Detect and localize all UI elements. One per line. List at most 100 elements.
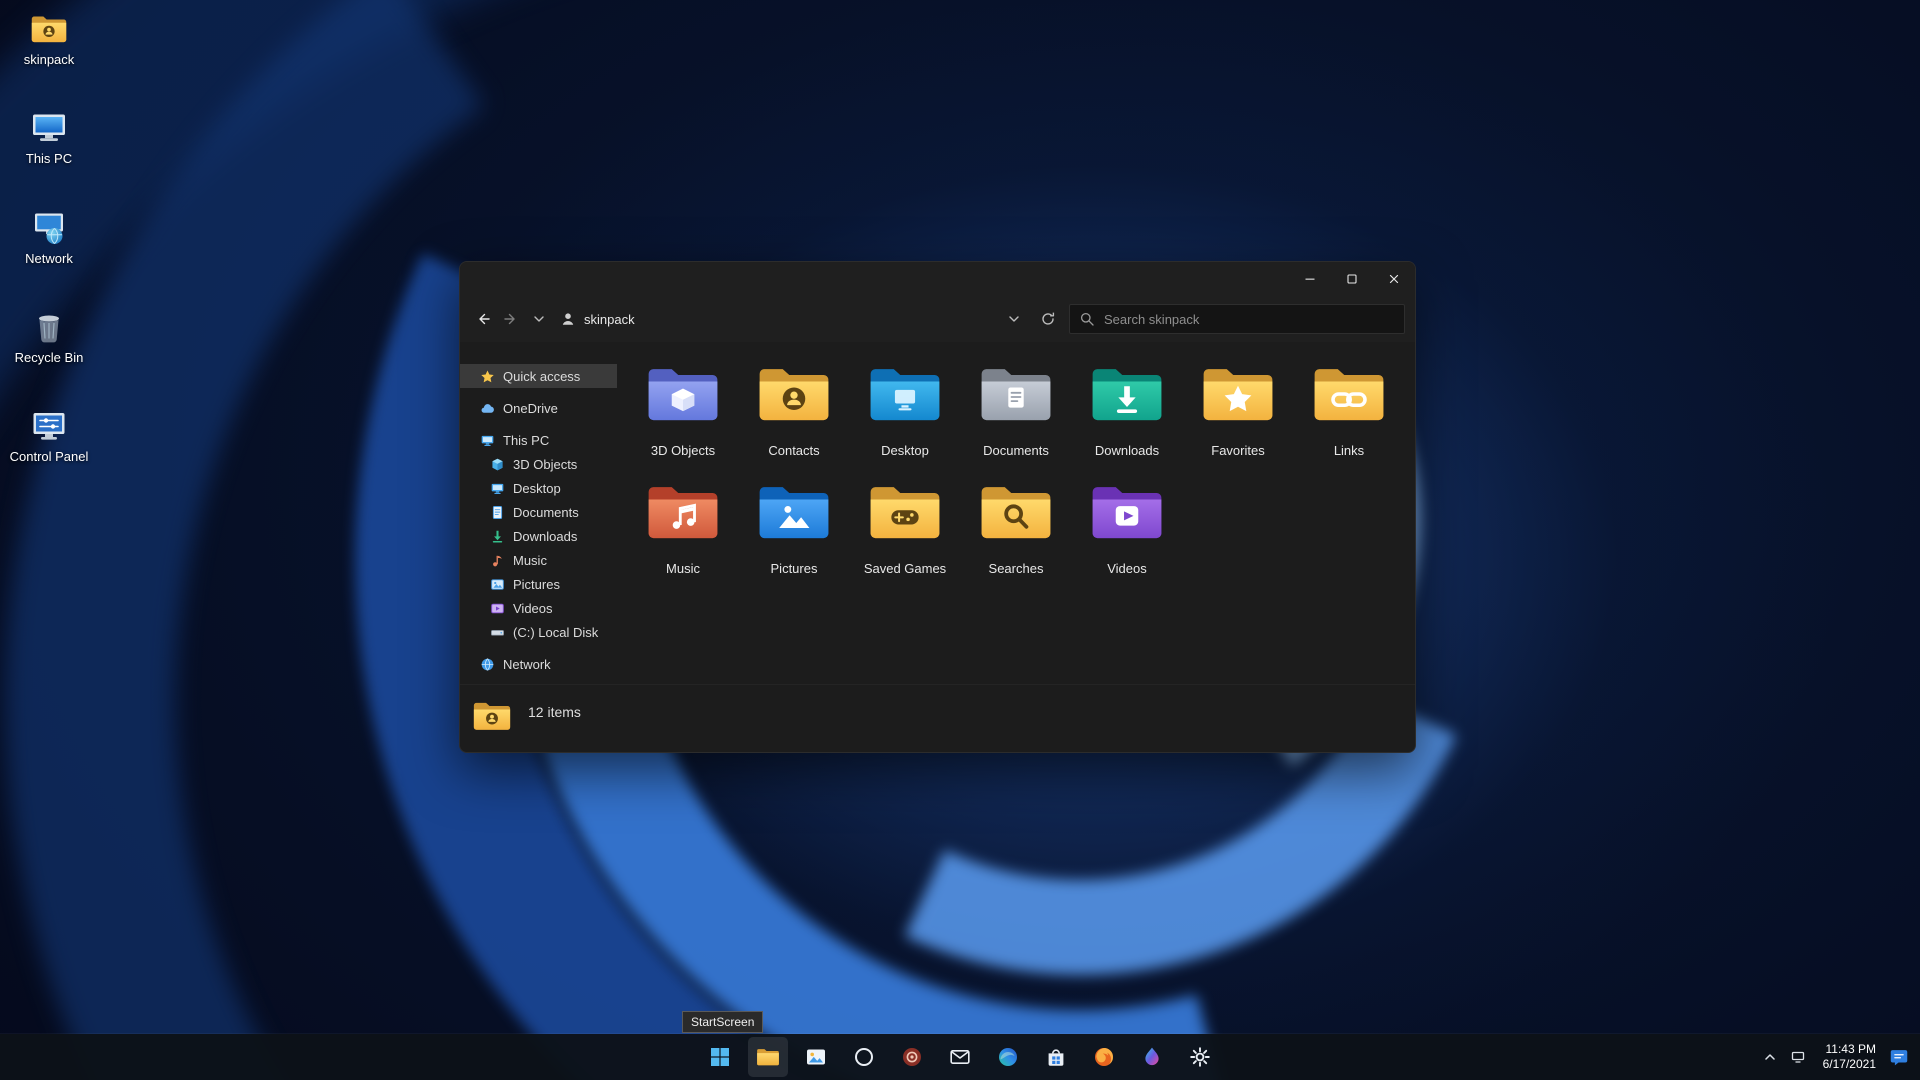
explorer-icon — [756, 1045, 780, 1069]
sidebar-item-label: Music — [513, 552, 547, 568]
back-button[interactable] — [470, 306, 496, 332]
minimize-button[interactable] — [1289, 262, 1331, 296]
file-downloads[interactable]: Downloads — [1073, 362, 1181, 474]
file-videos[interactable]: Videos — [1073, 480, 1181, 592]
paint3d-icon — [1140, 1045, 1164, 1069]
folder-documents-icon — [978, 362, 1054, 426]
settings-icon — [1188, 1045, 1212, 1069]
items-count: 12 items — [528, 704, 581, 720]
sidebar-item-label: 3D Objects — [513, 456, 578, 472]
sidebar-item-pictures[interactable]: Pictures — [460, 572, 617, 596]
sidebar-item-network[interactable]: Network — [460, 652, 617, 676]
tray-display-icon[interactable] — [1790, 1049, 1806, 1065]
sidebar-item-documents[interactable]: Documents — [460, 500, 617, 524]
taskbar-settings[interactable] — [1180, 1037, 1220, 1077]
address-bar[interactable]: skinpack — [554, 304, 1067, 334]
sidebar-item-downloads[interactable]: Downloads — [460, 524, 617, 548]
close-button[interactable] — [1373, 262, 1415, 296]
folder-3d-icon — [645, 362, 721, 426]
taskbar-paint3d[interactable] — [1132, 1037, 1172, 1077]
desktop-icon-control-panel[interactable]: Control Panel — [6, 407, 92, 464]
current-folder-glyph-icon — [560, 311, 576, 327]
desktop-icon-skinpack[interactable]: skinpack — [6, 10, 92, 67]
search-input[interactable] — [1102, 310, 1395, 328]
maximize-icon — [1344, 271, 1360, 287]
file-label: Contacts — [768, 443, 820, 458]
file-label: Links — [1333, 443, 1365, 458]
taskbar-edge[interactable] — [988, 1037, 1028, 1077]
local-disk-icon — [490, 625, 505, 640]
this-pc-icon — [480, 433, 495, 448]
forward-button[interactable] — [498, 306, 524, 332]
desktop-icon-network[interactable]: Network — [6, 209, 92, 266]
folder-desktop-icon — [867, 362, 943, 426]
recent-locations-button[interactable] — [526, 306, 552, 332]
clock-time: 11:43 PM — [1825, 1042, 1876, 1056]
network-icon — [480, 657, 495, 672]
navigation-bar: skinpack — [460, 296, 1415, 342]
file-pictures[interactable]: Pictures — [740, 480, 848, 592]
taskbar-file-explorer[interactable] — [748, 1037, 788, 1077]
desktop-icon-label: Control Panel — [9, 449, 89, 465]
file-3d-objects[interactable]: 3D Objects — [629, 362, 737, 474]
file-saved-games[interactable]: Saved Games — [851, 480, 959, 592]
file-contacts[interactable]: Contacts — [740, 362, 848, 474]
current-folder-icon — [472, 699, 512, 733]
taskbar-store[interactable] — [1036, 1037, 1076, 1077]
sidebar-item-videos[interactable]: Videos — [460, 596, 617, 620]
desktop-icon-this-pc[interactable]: This PC — [6, 109, 92, 166]
taskbar-clock[interactable]: 11:43 PM 6/17/2021 — [1818, 1042, 1876, 1072]
maximize-button[interactable] — [1331, 262, 1373, 296]
file-links[interactable]: Links — [1295, 362, 1403, 474]
taskbar-photos[interactable] — [796, 1037, 836, 1077]
refresh-icon — [1040, 311, 1056, 327]
search-box[interactable] — [1069, 304, 1405, 334]
sidebar-item-c-local-disk[interactable]: (C:) Local Disk — [460, 620, 617, 644]
taskbar-mail[interactable] — [940, 1037, 980, 1077]
file-documents[interactable]: Documents — [962, 362, 1070, 474]
taskbar-camera-app[interactable] — [892, 1037, 932, 1077]
file-desktop[interactable]: Desktop — [851, 362, 959, 474]
firefox-icon — [1092, 1045, 1116, 1069]
file-label: Favorites — [1211, 443, 1265, 458]
taskbar-start[interactable] — [700, 1037, 740, 1077]
file-label: 3D Objects — [650, 443, 716, 458]
file-label: Documents — [983, 443, 1049, 458]
sidebar-item-quick-access[interactable]: Quick access — [460, 364, 617, 388]
file-music[interactable]: Music — [629, 480, 737, 592]
address-dropdown-button[interactable] — [1001, 306, 1027, 332]
chevron-down-icon — [531, 311, 547, 327]
sidebar-item-label: Videos — [513, 600, 553, 616]
file-favorites[interactable]: Favorites — [1184, 362, 1292, 474]
sidebar-item-label: Documents — [513, 504, 579, 520]
sidebar-item-desktop[interactable]: Desktop — [460, 476, 617, 500]
taskbar-firefox[interactable] — [1084, 1037, 1124, 1077]
notifications-icon[interactable] — [1888, 1046, 1910, 1068]
titlebar[interactable] — [460, 262, 1415, 296]
folder-links-icon — [1311, 362, 1387, 426]
sidebar-item-label: Desktop — [513, 480, 561, 496]
pictures-icon — [490, 577, 505, 592]
sidebar-item-this-pc[interactable]: This PC — [460, 428, 617, 452]
back-icon — [475, 311, 491, 327]
folder-videos-icon — [1089, 480, 1165, 544]
file-label: Pictures — [770, 561, 818, 576]
sidebar-item-music[interactable]: Music — [460, 548, 617, 572]
show-hidden-icons-button[interactable] — [1762, 1049, 1778, 1065]
refresh-button[interactable] — [1035, 306, 1061, 332]
folder-search-icon — [978, 480, 1054, 544]
desktop-icon-label: Network — [25, 250, 73, 266]
taskbar-ring-app[interactable] — [844, 1037, 884, 1077]
clock-date: 6/17/2021 — [1822, 1057, 1876, 1071]
desktop-icon-recycle-bin[interactable]: Recycle Bin — [6, 308, 92, 365]
file-searches[interactable]: Searches — [962, 480, 1070, 592]
forward-icon — [503, 311, 519, 327]
breadcrumb[interactable]: skinpack — [584, 312, 635, 327]
music-icon — [490, 553, 505, 568]
desktop-icon — [490, 481, 505, 496]
file-explorer-window: skinpack Quick access OneDrive — [459, 261, 1416, 753]
sidebar-item-3d-objects[interactable]: 3D Objects — [460, 452, 617, 476]
sidebar-item-onedrive[interactable]: OneDrive — [460, 396, 617, 420]
mail-icon — [948, 1045, 972, 1069]
folder-pictures-icon — [756, 480, 832, 544]
